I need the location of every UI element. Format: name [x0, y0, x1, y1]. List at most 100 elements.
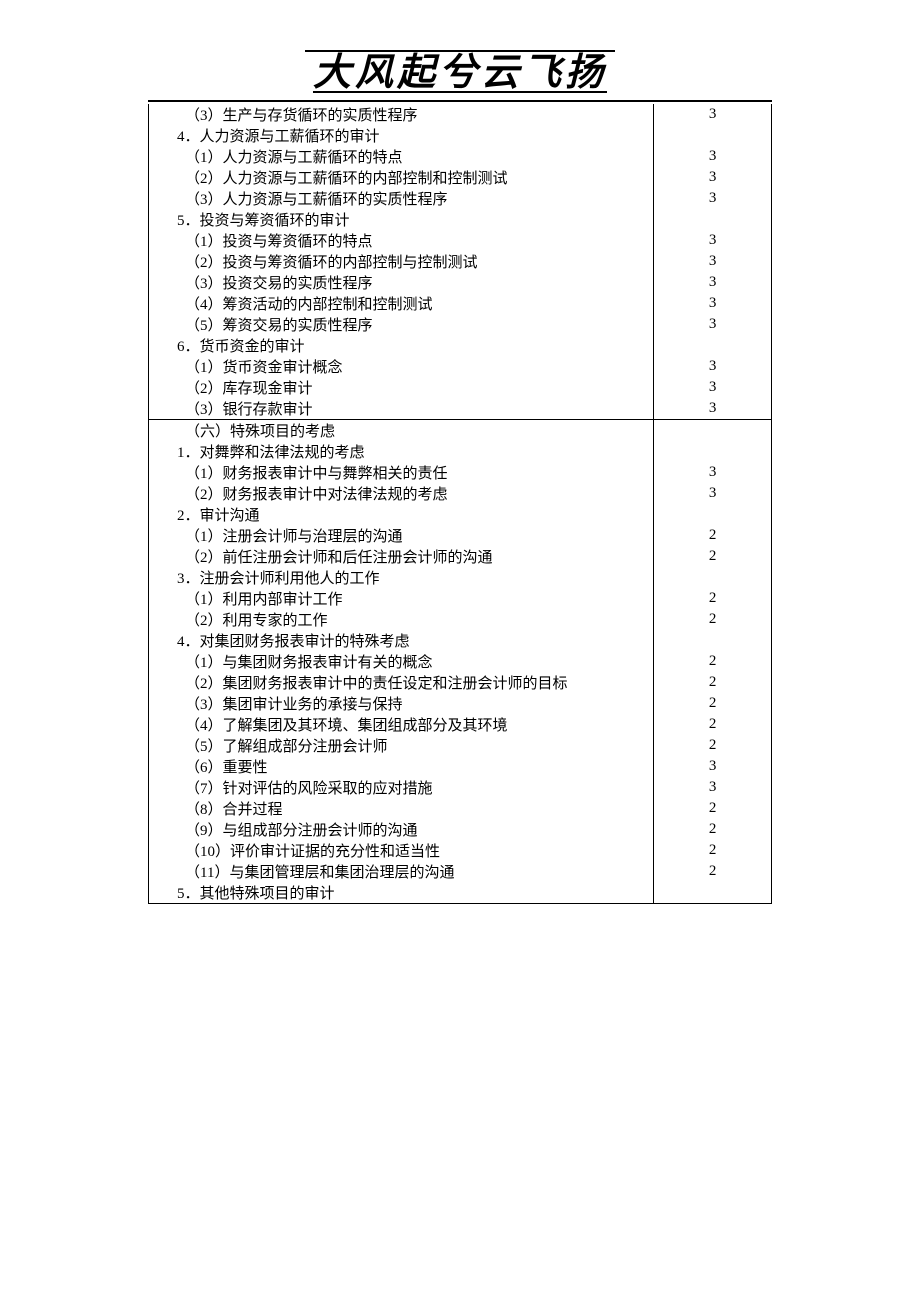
outline-text: （4）筹资活动的内部控制和控制测试 [149, 293, 654, 314]
outline-text: （1）货币资金审计概念 [149, 356, 654, 377]
outline-text: （8）合并过程 [149, 798, 654, 819]
table-row: （1）与集团财务报表审计有关的概念2 [149, 651, 772, 672]
outline-level [654, 630, 772, 651]
table-row: （2）投资与筹资循环的内部控制与控制测试3 [149, 251, 772, 272]
outline-text: （1）人力资源与工薪循环的特点 [149, 146, 654, 167]
outline-level [654, 125, 772, 146]
table-row: （1）利用内部审计工作2 [149, 588, 772, 609]
outline-text: （2）前任注册会计师和后任注册会计师的沟通 [149, 546, 654, 567]
table-row: （5）了解组成部分注册会计师2 [149, 735, 772, 756]
table-row: （3）集团审计业务的承接与保持2 [149, 693, 772, 714]
outline-level: 3 [654, 462, 772, 483]
table-row: （1）财务报表审计中与舞弊相关的责任3 [149, 462, 772, 483]
table-row: （2）财务报表审计中对法律法规的考虑3 [149, 483, 772, 504]
outline-text: （7）针对评估的风险采取的应对措施 [149, 777, 654, 798]
table-row: （1）投资与筹资循环的特点3 [149, 230, 772, 251]
outline-level: 3 [654, 398, 772, 420]
outline-level: 3 [654, 230, 772, 251]
outline-text: （5）筹资交易的实质性程序 [149, 314, 654, 335]
outline-level: 3 [654, 167, 772, 188]
table-row: （3）银行存款审计3 [149, 398, 772, 420]
table-row: 4．人力资源与工薪循环的审计 [149, 125, 772, 146]
title-wrap: 大风起兮云飞扬 [305, 52, 615, 96]
outline-text: （2）财务报表审计中对法律法规的考虑 [149, 483, 654, 504]
outline-level: 3 [654, 356, 772, 377]
outline-level: 2 [654, 651, 772, 672]
table-row: 2．审计沟通 [149, 504, 772, 525]
outline-text: （4）了解集团及其环境、集团组成部分及其环境 [149, 714, 654, 735]
outline-text: 6．货币资金的审计 [149, 335, 654, 356]
table-row: （1）货币资金审计概念3 [149, 356, 772, 377]
outline-level: 2 [654, 861, 772, 882]
table-row: （4）了解集团及其环境、集团组成部分及其环境2 [149, 714, 772, 735]
outline-level [654, 504, 772, 525]
outline-text: （2）集团财务报表审计中的责任设定和注册会计师的目标 [149, 672, 654, 693]
table-row: （2）前任注册会计师和后任注册会计师的沟通2 [149, 546, 772, 567]
table-row: （6）重要性3 [149, 756, 772, 777]
outline-text: （六）特殊项目的考虑 [149, 419, 654, 441]
table-row: （2）利用专家的工作2 [149, 609, 772, 630]
outline-text: （2）利用专家的工作 [149, 609, 654, 630]
table-row: （10）评价审计证据的充分性和适当性2 [149, 840, 772, 861]
outline-level: 2 [654, 609, 772, 630]
outline-text: （11）与集团管理层和集团治理层的沟通 [149, 861, 654, 882]
outline-text: （2）库存现金审计 [149, 377, 654, 398]
outline-level: 3 [654, 314, 772, 335]
table-row: （5）筹资交易的实质性程序3 [149, 314, 772, 335]
outline-text: （3）人力资源与工薪循环的实质性程序 [149, 188, 654, 209]
outline-text: 3．注册会计师利用他人的工作 [149, 567, 654, 588]
page-header: 大风起兮云飞扬 [148, 52, 772, 96]
page-title: 大风起兮云飞扬 [305, 52, 615, 94]
outline-level: 2 [654, 840, 772, 861]
outline-level: 2 [654, 714, 772, 735]
outline-level: 3 [654, 251, 772, 272]
outline-text: （1）财务报表审计中与舞弊相关的责任 [149, 462, 654, 483]
outline-text: （1）与集团财务报表审计有关的概念 [149, 651, 654, 672]
outline-level: 2 [654, 798, 772, 819]
outline-level [654, 209, 772, 230]
table-row: （11）与集团管理层和集团治理层的沟通2 [149, 861, 772, 882]
title-overline [305, 50, 615, 52]
table-row: （1）人力资源与工薪循环的特点3 [149, 146, 772, 167]
outline-level: 2 [654, 693, 772, 714]
table-row: （1）注册会计师与治理层的沟通2 [149, 525, 772, 546]
header-rule [148, 100, 772, 102]
table-row: （六）特殊项目的考虑 [149, 419, 772, 441]
table-row: （4）筹资活动的内部控制和控制测试3 [149, 293, 772, 314]
table-row: 4．对集团财务报表审计的特殊考虑 [149, 630, 772, 651]
outline-level: 3 [654, 104, 772, 125]
table-row: （8）合并过程2 [149, 798, 772, 819]
outline-text: （2）投资与筹资循环的内部控制与控制测试 [149, 251, 654, 272]
table-row: （9）与组成部分注册会计师的沟通2 [149, 819, 772, 840]
table-row: 1．对舞弊和法律法规的考虑 [149, 441, 772, 462]
table-row: 3．注册会计师利用他人的工作 [149, 567, 772, 588]
outline-level: 3 [654, 777, 772, 798]
outline-level: 2 [654, 672, 772, 693]
outline-text: 5．其他特殊项目的审计 [149, 882, 654, 904]
document-page: 大风起兮云飞扬 （3）生产与存货循环的实质性程序34．人力资源与工薪循环的审计（… [148, 52, 772, 904]
table-row: （3）生产与存货循环的实质性程序3 [149, 104, 772, 125]
outline-text: （5）了解组成部分注册会计师 [149, 735, 654, 756]
outline-level: 2 [654, 819, 772, 840]
outline-table: （3）生产与存货循环的实质性程序34．人力资源与工薪循环的审计（1）人力资源与工… [148, 104, 772, 904]
outline-level: 2 [654, 525, 772, 546]
table-row: 5．其他特殊项目的审计 [149, 882, 772, 904]
outline-text: （9）与组成部分注册会计师的沟通 [149, 819, 654, 840]
outline-level: 2 [654, 588, 772, 609]
outline-text: （1）利用内部审计工作 [149, 588, 654, 609]
outline-text: （3）银行存款审计 [149, 398, 654, 420]
outline-level [654, 335, 772, 356]
outline-level [654, 567, 772, 588]
outline-level [654, 441, 772, 462]
outline-level: 3 [654, 272, 772, 293]
outline-level: 2 [654, 546, 772, 567]
outline-text: （6）重要性 [149, 756, 654, 777]
table-row: （3）投资交易的实质性程序3 [149, 272, 772, 293]
outline-level: 3 [654, 483, 772, 504]
outline-text: （3）集团审计业务的承接与保持 [149, 693, 654, 714]
outline-text: 5．投资与筹资循环的审计 [149, 209, 654, 230]
table-row: （2）库存现金审计3 [149, 377, 772, 398]
table-row: （3）人力资源与工薪循环的实质性程序3 [149, 188, 772, 209]
outline-level: 3 [654, 293, 772, 314]
table-row: （2）人力资源与工薪循环的内部控制和控制测试3 [149, 167, 772, 188]
